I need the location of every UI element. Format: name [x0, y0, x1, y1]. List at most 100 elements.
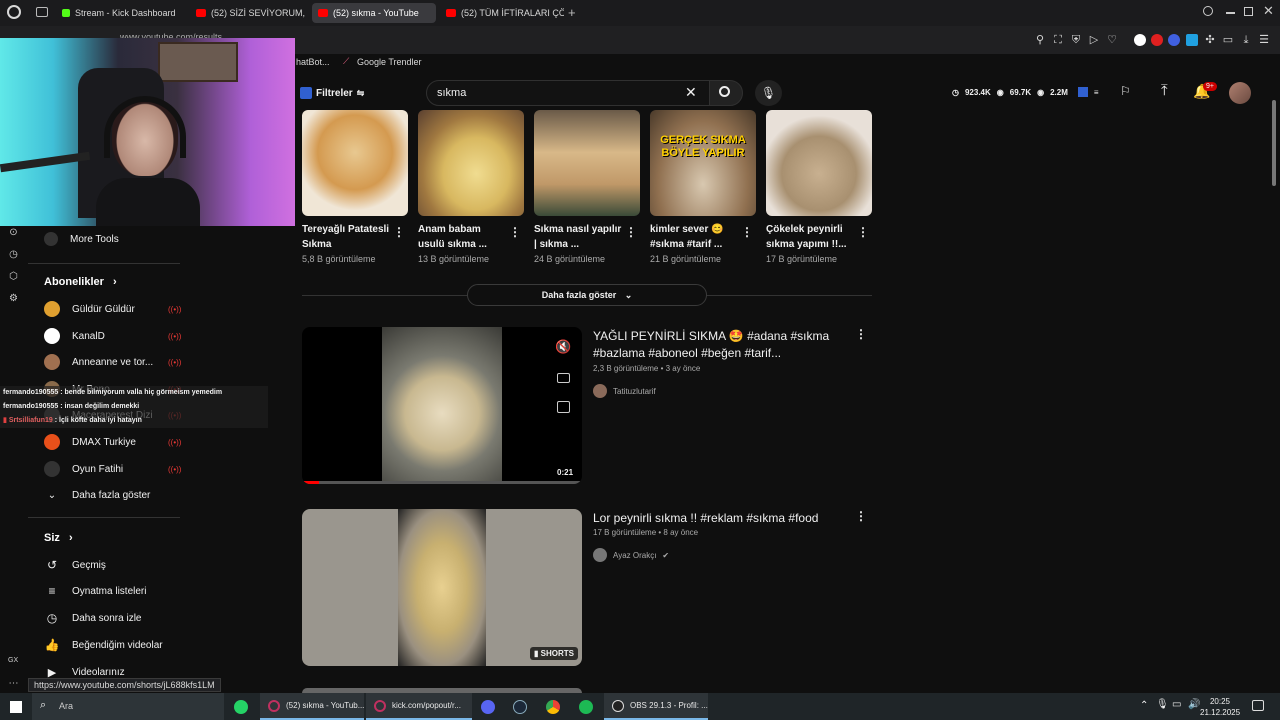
download-icon[interactable]: ⤓ — [1240, 34, 1252, 46]
taskbar-clock[interactable]: 20:25 21.12.2025 — [1200, 696, 1240, 718]
sidebar-item-liked[interactable]: 👍 Beğendiğim videolar — [44, 635, 163, 655]
more-options-icon[interactable]: ⋮ — [857, 225, 869, 239]
more-options-icon[interactable]: ⋮ — [855, 327, 867, 341]
menu-icon[interactable]: ☰ — [1258, 34, 1270, 46]
tray-chevron-icon[interactable]: ⌃ — [1140, 700, 1148, 711]
tray-network-icon[interactable]: ▭ — [1172, 699, 1181, 710]
clear-search-icon[interactable]: ✕ — [685, 84, 697, 101]
windows-start-icon[interactable] — [10, 701, 22, 713]
spotify-icon[interactable] — [579, 700, 593, 714]
wallet-icon[interactable]: ▭ — [1222, 34, 1234, 46]
tray-volume-icon[interactable]: 🔊 — [1188, 699, 1200, 710]
more-icon[interactable]: ⋯ — [8, 678, 19, 689]
short-thumbnail[interactable] — [302, 110, 408, 216]
puzzle-icon[interactable]: ✣ — [1204, 34, 1216, 46]
more-options-icon[interactable]: ⋮ — [509, 225, 521, 239]
short-thumbnail[interactable] — [766, 110, 872, 216]
account-avatar[interactable] — [1229, 82, 1251, 104]
tab-kick-dashboard[interactable]: Stream - Kick Dashboard — [56, 3, 202, 23]
extensions-rail-icon[interactable]: ⬡ — [8, 271, 19, 282]
microphone-arm — [0, 151, 91, 173]
sidebar-subscription-item[interactable]: KanalD ((•)) — [44, 326, 181, 346]
video-channel[interactable]: Ayaz Orakçı ✔ — [593, 548, 669, 562]
heart-icon[interactable]: ♡ — [1106, 34, 1118, 46]
tab-youtube-active[interactable]: (52) sıkma - YouTube — [312, 3, 436, 23]
short-title[interactable]: kimler sever 😊 #sıkma #tarif ... — [650, 222, 742, 252]
clock-icon[interactable]: ◷ — [8, 249, 19, 260]
minimize-button[interactable] — [1226, 12, 1235, 14]
steam-icon[interactable] — [513, 700, 527, 714]
sidebar-subscription-item[interactable]: Anneanne ve tor... ((•)) — [44, 352, 181, 372]
mute-icon[interactable]: 🔇 — [555, 339, 571, 355]
tab-youtube-1[interactable]: (52) SİZİ SEVİYORUM, SI — [190, 3, 306, 23]
new-tab-button[interactable]: + — [568, 5, 576, 20]
short-title[interactable]: Tereyağlı Patatesli Sıkma — [302, 222, 394, 252]
video-title[interactable]: YAĞLI PEYNİRLİ SIKMA 🤩 #adana #sıkma #ba… — [593, 328, 843, 362]
more-tools-item[interactable]: More Tools — [44, 229, 119, 249]
play-icon[interactable]: ▷ — [1088, 34, 1100, 46]
snapshot-icon[interactable]: ⛶ — [1052, 34, 1064, 46]
notification-center-icon[interactable] — [1252, 700, 1264, 711]
you-header[interactable]: Siz › — [44, 532, 73, 544]
more-options-icon[interactable]: ⋮ — [625, 225, 637, 239]
short-title[interactable]: Anam babam usulü sıkma ... — [418, 222, 510, 252]
short-title[interactable]: Çökelek peynirli sıkma yapımı !!... — [766, 222, 858, 252]
tray-mic-icon[interactable]: 🎙 — [1156, 699, 1169, 710]
captions-icon[interactable] — [557, 373, 570, 383]
short-thumbnail[interactable] — [534, 110, 640, 216]
sidebar-item-watch-later[interactable]: ◷ Daha sonra izle — [44, 608, 142, 628]
more-options-icon[interactable]: ⋮ — [855, 509, 867, 523]
video-thumbnail[interactable]: 🔇 0:21 — [302, 327, 582, 484]
sidebar-subscription-item[interactable]: DMAX Turkiye ((•)) — [44, 432, 181, 452]
tools-icon — [44, 232, 58, 246]
search-button[interactable] — [709, 80, 743, 106]
sidebar-item-history[interactable]: ↺ Geçmiş — [44, 555, 106, 575]
page-scrollbar[interactable] — [1272, 100, 1276, 186]
settings-icon[interactable]: ⚙ — [8, 293, 19, 304]
pin-icon[interactable]: ⚲ — [1034, 34, 1046, 46]
tab-youtube-3[interactable]: (52) TÜM İFTİRALARI ÇÖ — [440, 3, 564, 23]
add-to-queue-icon[interactable] — [557, 401, 570, 413]
extension-1-icon[interactable] — [1134, 34, 1146, 46]
short-thumbnail[interactable] — [418, 110, 524, 216]
taskbar-youtube-window[interactable]: (52) sıkma - YouTub... — [260, 693, 364, 720]
sidebar-item-label: Beğendiğim videolar — [72, 639, 163, 651]
sidebar-item-playlists[interactable]: ≡ Oynatma listeleri — [44, 581, 146, 601]
ai-icon[interactable]: ⚐ — [1120, 84, 1131, 98]
video-channel[interactable]: Tatituzlutarif — [593, 384, 656, 398]
extension-3-icon[interactable] — [1168, 34, 1180, 46]
search-input[interactable]: sıkma ✕ — [426, 80, 710, 106]
close-window-button[interactable]: ✕ — [1263, 3, 1274, 19]
discord-icon[interactable] — [481, 700, 495, 714]
restore-button[interactable] — [1244, 7, 1253, 16]
taskbar-search[interactable]: ⌕ Ara — [32, 693, 224, 720]
show-more-subscriptions[interactable]: ⌄ Daha fazla göster — [44, 485, 151, 505]
opera-gx-logo-icon[interactable] — [7, 5, 21, 19]
short-thumbnail[interactable]: GERÇEK SIKMA BÖYLE YAPILIR — [650, 110, 756, 216]
more-options-icon[interactable]: ⋮ — [741, 225, 753, 239]
create-upload-icon[interactable]: ⤒ — [1161, 82, 1168, 99]
more-options-icon[interactable]: ⋮ — [393, 225, 405, 239]
tab-strip-icon[interactable] — [36, 7, 48, 17]
filters-button[interactable]: Filtreler ⇋ — [300, 84, 364, 102]
voice-search-button[interactable]: 🎙 — [755, 80, 782, 106]
taskbar-obs-window[interactable]: OBS 29.1.3 - Profil: ... — [604, 693, 708, 720]
extension-4-icon[interactable] — [1186, 34, 1198, 46]
sidebar-subscription-item[interactable]: Güldür Güldür ((•)) — [44, 299, 181, 319]
bookmark-chatbot[interactable]: hatBot... — [296, 57, 330, 67]
show-more-shorts-button[interactable]: Daha fazla göster ⌄ — [467, 284, 707, 306]
subscriptions-header[interactable]: Abonelikler › — [44, 276, 117, 288]
shield-icon[interactable]: ⛨ — [1070, 34, 1082, 46]
sidebar-subscription-item[interactable]: Oyun Fatihi ((•)) — [44, 459, 181, 479]
extension-2-icon[interactable] — [1151, 34, 1163, 46]
chrome-icon[interactable] — [546, 700, 560, 714]
short-title[interactable]: Sıkma nasıl yapılır | sıkma ... — [534, 222, 626, 252]
player-icon[interactable]: ⊙ — [8, 227, 19, 238]
progress-track[interactable] — [302, 481, 582, 484]
search-tabs-icon[interactable] — [1203, 6, 1213, 16]
video-thumbnail[interactable]: ▮ SHORTS — [302, 509, 582, 666]
bookmark-google-trends[interactable]: Google Trendler — [357, 57, 422, 67]
whatsapp-icon[interactable] — [234, 700, 248, 714]
video-title[interactable]: Lor peynirli sıkma !! #reklam #sıkma #fo… — [593, 510, 843, 527]
taskbar-kick-window[interactable]: kick.com/popout/r... — [366, 693, 472, 720]
